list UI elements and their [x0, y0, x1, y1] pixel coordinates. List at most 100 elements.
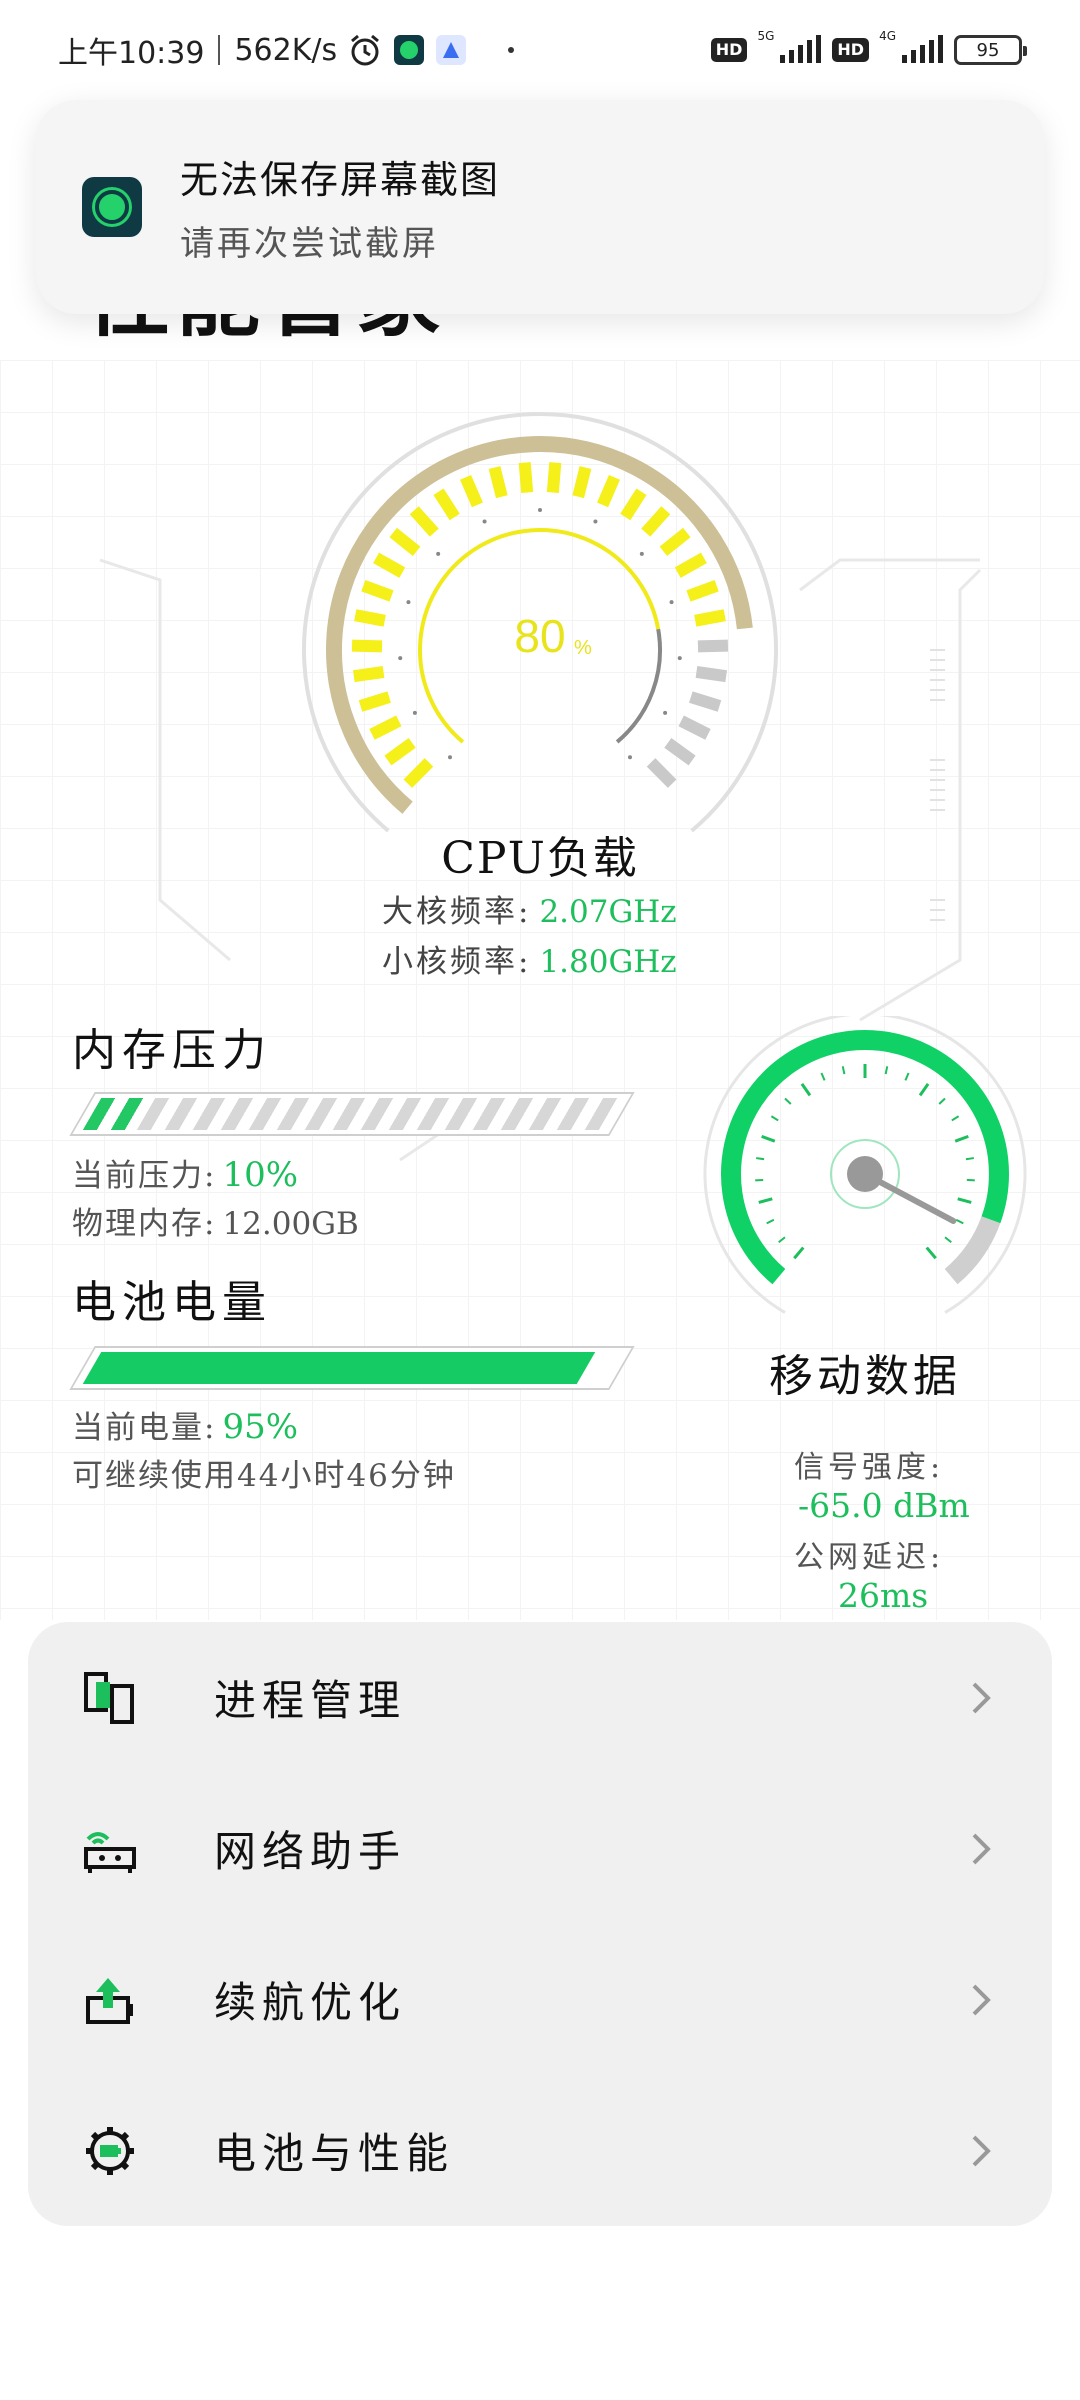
latency-label: 公网延迟:	[794, 1540, 945, 1575]
big-core-row: 大核频率: 2.07GHz	[382, 886, 677, 931]
battery-level-label: 当前电量:	[72, 1410, 217, 1446]
toast-subtitle: 请再次尝试截屏	[180, 224, 439, 264]
cpu-gauge-segment	[384, 738, 416, 766]
menu-item-battery-and-performance[interactable]: 电池与性能	[28, 2075, 1052, 2226]
signal-5g-icon	[778, 35, 822, 65]
cpu-gauge-segment	[389, 527, 421, 556]
cpu-tick-dot	[406, 600, 411, 605]
signal-4g-icon	[900, 35, 944, 65]
cpu-gauge-segment	[369, 715, 402, 740]
mobile-tick	[770, 1115, 779, 1122]
mobile-tick	[944, 1236, 952, 1244]
cpu-tick-dot	[482, 519, 487, 524]
battery-icon: 95	[954, 35, 1027, 65]
cpu-gauge-segment	[351, 639, 383, 653]
cpu-gauge-segment	[361, 580, 394, 602]
mobile-tick	[820, 1072, 826, 1081]
signal-strength-value: -65.0 dBm	[798, 1486, 970, 1525]
cpu-gauge-segment	[686, 580, 719, 602]
status-right: HD 5G HD 4G 95	[710, 29, 1027, 65]
cpu-gauge-segment	[518, 462, 534, 494]
battery-level: 95	[976, 39, 1000, 61]
cpu-load-value: 80	[514, 610, 565, 662]
cpu-gauge-segment	[352, 666, 385, 683]
cpu-tick-dot	[412, 710, 417, 715]
mobile-tick	[918, 1083, 930, 1097]
memory-pressure-value: 10%	[222, 1155, 299, 1195]
mobile-tick	[756, 1157, 765, 1161]
cpu-load-title: CPU负载	[441, 833, 639, 884]
toast-text: 无法保存屏幕截图 请再次尝试截屏	[180, 149, 500, 265]
cpu-gauge-segment	[659, 527, 691, 556]
memory-pressure-track	[136, 1098, 622, 1130]
cpu-gauge-segment	[678, 715, 711, 740]
mobile-tick	[766, 1218, 775, 1225]
big-core-value: 2.07GHz	[539, 894, 677, 930]
small-core-value: 1.80GHz	[539, 944, 677, 980]
mobile-tick	[841, 1066, 846, 1075]
physical-memory-row: 物理内存: 12.00GB	[72, 1198, 359, 1243]
signal-strength-label: 信号强度:	[794, 1450, 945, 1485]
cpu-load-unit: %	[574, 637, 592, 659]
cpu-gauge-segment	[572, 466, 592, 499]
menu-item-process-management[interactable]: 进程管理	[28, 1622, 1052, 1773]
memory-pressure-row: 当前压力: 10%	[72, 1150, 298, 1195]
cpu-gauge-segment	[460, 474, 483, 508]
cpu-tick-dot	[639, 551, 644, 556]
cpu-gauge-segment	[697, 639, 729, 653]
gear-battery-icon	[80, 2121, 140, 2181]
cpu-gauge-segment	[646, 758, 677, 788]
battery-level-value: 95%	[222, 1407, 299, 1447]
mobile-tick	[761, 1134, 776, 1143]
menu-label-battery-life-optimization: 续航优化	[214, 1978, 407, 2027]
hd-badge-2: HD	[832, 38, 870, 62]
app-notify-icon	[393, 34, 425, 66]
chevron-right-icon	[972, 1682, 991, 1713]
cpu-gauge-segment	[641, 506, 671, 537]
app-logo-icon	[82, 177, 142, 237]
cpu-tick-dot	[593, 519, 598, 524]
net-4g-label: 4G	[879, 29, 896, 43]
small-core-label: 小核频率:	[382, 944, 532, 980]
router-icon	[80, 1819, 140, 1879]
menu-label-battery-and-performance: 电池与性能	[214, 2129, 455, 2178]
cpu-gauge-segment	[403, 758, 434, 788]
mobile-data-title: 移动数据	[769, 1351, 961, 1402]
mobile-tick	[884, 1066, 889, 1075]
cpu-tick-dot	[436, 551, 441, 556]
mobile-tick	[965, 1157, 974, 1161]
mobile-tick	[904, 1072, 910, 1081]
menu-item-network-assistant[interactable]: 网络助手	[28, 1773, 1052, 1924]
cpu-gauge-segment	[409, 506, 439, 537]
chevron-right-icon	[972, 1984, 991, 2015]
physical-memory-label: 物理内存:	[72, 1206, 217, 1242]
alarm-icon	[347, 32, 383, 68]
small-core-row: 小核频率: 1.80GHz	[382, 936, 677, 981]
status-bar: 上午10:39 562K/s HD 5G HD 4G 95	[0, 0, 1080, 100]
mobile-tick	[954, 1134, 969, 1143]
screenshot-error-toast[interactable]: 无法保存屏幕截图 请再次尝试截屏	[36, 100, 1044, 314]
memory-pressure-bar	[69, 1092, 635, 1136]
cpu-load-gauge: 80 %	[302, 412, 778, 833]
memory-pressure-title: 内存压力	[72, 1025, 272, 1076]
cpu-tick-dot	[538, 508, 542, 512]
tool-notify-icon	[435, 34, 467, 66]
mobile-inactive-arc	[944, 1216, 1001, 1285]
cpu-tick-dot	[663, 710, 668, 715]
status-net-speed: 562K/s	[234, 32, 338, 68]
menu-label-process-management: 进程管理	[214, 1676, 407, 1725]
mobile-tick	[938, 1097, 946, 1105]
battery-level-title: 电池电量	[72, 1277, 272, 1328]
mobile-tick	[957, 1197, 972, 1204]
battery-level-bar	[69, 1346, 635, 1390]
cpu-gauge-segment	[433, 488, 460, 521]
mobile-tick	[800, 1083, 812, 1097]
menu-item-battery-life-optimization[interactable]: 续航优化	[28, 1924, 1052, 2075]
physical-memory-value: 12.00GB	[222, 1206, 359, 1242]
battery-boost-icon	[80, 1970, 140, 2030]
mobile-hub	[847, 1156, 883, 1192]
cpu-gauge-segment	[546, 462, 562, 494]
status-left: 上午10:39 562K/s	[58, 28, 515, 72]
hd-badge: HD	[710, 38, 748, 62]
mobile-data-gauge	[703, 1016, 1027, 1314]
